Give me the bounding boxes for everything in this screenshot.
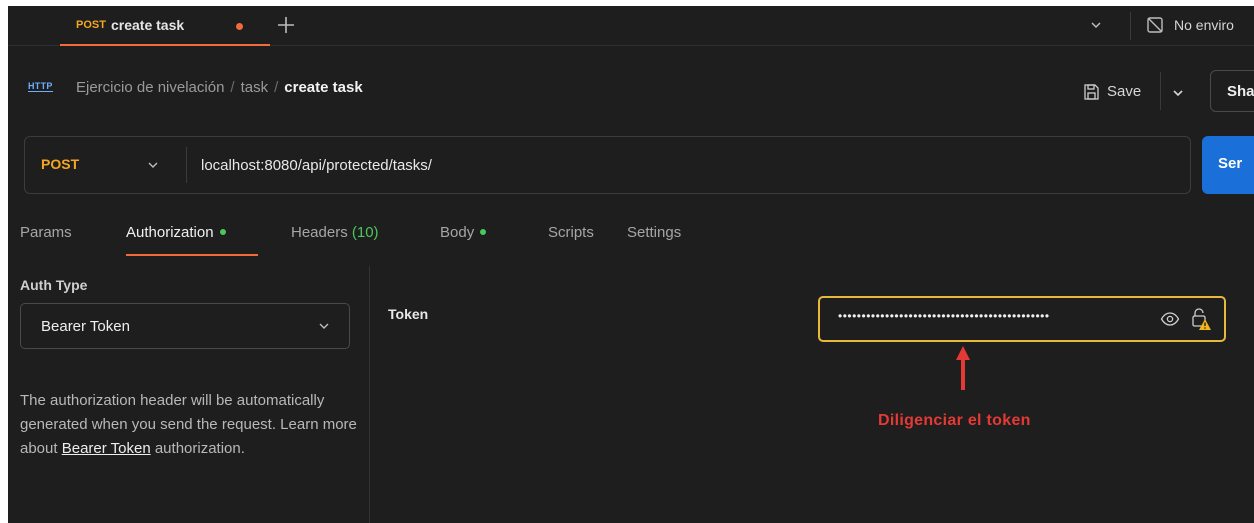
- breadcrumb-separator: /: [274, 79, 279, 96]
- unsaved-dot-icon: [236, 23, 243, 30]
- tab-label: Headers: [291, 224, 352, 241]
- tab-label: Body: [440, 224, 475, 241]
- request-tab-create-task[interactable]: POST create task: [34, 6, 270, 46]
- status-dot-icon: [219, 229, 226, 236]
- share-label: Sha: [1227, 83, 1254, 100]
- active-tab-underline: [60, 44, 270, 46]
- breadcrumb-collection[interactable]: Ejercicio de nivelación: [76, 79, 224, 96]
- send-label: Ser: [1218, 155, 1243, 172]
- tab-body[interactable]: Body: [440, 224, 487, 258]
- token-masked-value: ••••••••••••••••••••••••••••••••••••••••…: [838, 309, 1050, 323]
- active-tab-underline: [126, 254, 258, 256]
- description-tail: authorization.: [150, 440, 245, 457]
- tab-label: Params: [20, 224, 72, 241]
- divider: [1160, 72, 1161, 110]
- status-dot-icon: [480, 229, 487, 236]
- postman-window: POST create task No enviro HTTP Ejercici…: [8, 6, 1254, 523]
- tab-params[interactable]: Params: [20, 224, 72, 258]
- divider: [1130, 12, 1131, 40]
- breadcrumb-separator: /: [230, 79, 235, 96]
- tab-authorization[interactable]: Authorization: [126, 224, 226, 258]
- bearer-token-link[interactable]: Bearer Token: [62, 440, 151, 457]
- no-environment-icon[interactable]: [1146, 16, 1164, 34]
- headers-count-badge: (10): [351, 224, 379, 241]
- url-bar: POST: [24, 136, 1191, 194]
- save-button[interactable]: Save: [1074, 74, 1158, 110]
- auth-type-value: Bearer Token: [41, 318, 130, 335]
- url-input[interactable]: [201, 154, 1181, 176]
- tab-bar: POST create task No enviro: [8, 6, 1254, 46]
- tab-headers[interactable]: Headers (10): [291, 224, 379, 258]
- auth-description: The authorization header will be automat…: [20, 389, 360, 461]
- share-button[interactable]: Sha: [1210, 70, 1254, 112]
- request-tabs: Params Authorization Headers (10) Body S…: [8, 218, 1254, 258]
- save-options-chevron-down-icon[interactable]: [1170, 85, 1186, 101]
- tab-title: create task: [111, 17, 185, 33]
- breadcrumb: Ejercicio de nivelación / task / create task: [76, 79, 363, 96]
- token-label: Token: [388, 306, 429, 322]
- tab-settings[interactable]: Settings: [627, 224, 681, 258]
- annotation-text: Diligenciar el token: [878, 412, 1031, 429]
- lock-warning-icon[interactable]: [1190, 307, 1212, 331]
- method-value: POST: [41, 156, 80, 172]
- divider: [186, 147, 187, 183]
- tab-label: Scripts: [548, 224, 594, 241]
- request-header: HTTP Ejercicio de nivelación / task / create…: [8, 66, 1254, 112]
- method-dropdown[interactable]: POST: [25, 137, 185, 193]
- token-input[interactable]: ••••••••••••••••••••••••••••••••••••••••…: [818, 296, 1226, 342]
- breadcrumb-current-request[interactable]: create task: [284, 79, 362, 96]
- tab-label: Settings: [627, 224, 682, 241]
- send-button[interactable]: Ser: [1202, 136, 1254, 194]
- tab-scripts[interactable]: Scripts: [548, 224, 594, 258]
- tab-label: Authorization: [126, 224, 214, 241]
- save-icon: [1084, 84, 1099, 100]
- new-tab-plus-icon[interactable]: [273, 12, 299, 38]
- auth-type-heading: Auth Type: [20, 277, 88, 293]
- auth-type-dropdown[interactable]: Bearer Token: [20, 303, 350, 349]
- chevron-down-icon: [148, 162, 158, 168]
- arrow-up-icon: [956, 346, 970, 390]
- chevron-down-icon: [319, 323, 329, 329]
- http-icon: HTTP: [28, 81, 53, 92]
- tab-method-badge: POST: [76, 19, 106, 31]
- environment-selector[interactable]: No enviro: [1174, 17, 1234, 33]
- eye-icon[interactable]: [1160, 310, 1180, 328]
- tabs-chevron-down-icon[interactable]: [1088, 17, 1104, 33]
- save-label: Save: [1107, 83, 1142, 100]
- auth-type-panel: Auth Type Bearer Token The authorization…: [8, 266, 370, 523]
- breadcrumb-folder[interactable]: task: [241, 79, 269, 96]
